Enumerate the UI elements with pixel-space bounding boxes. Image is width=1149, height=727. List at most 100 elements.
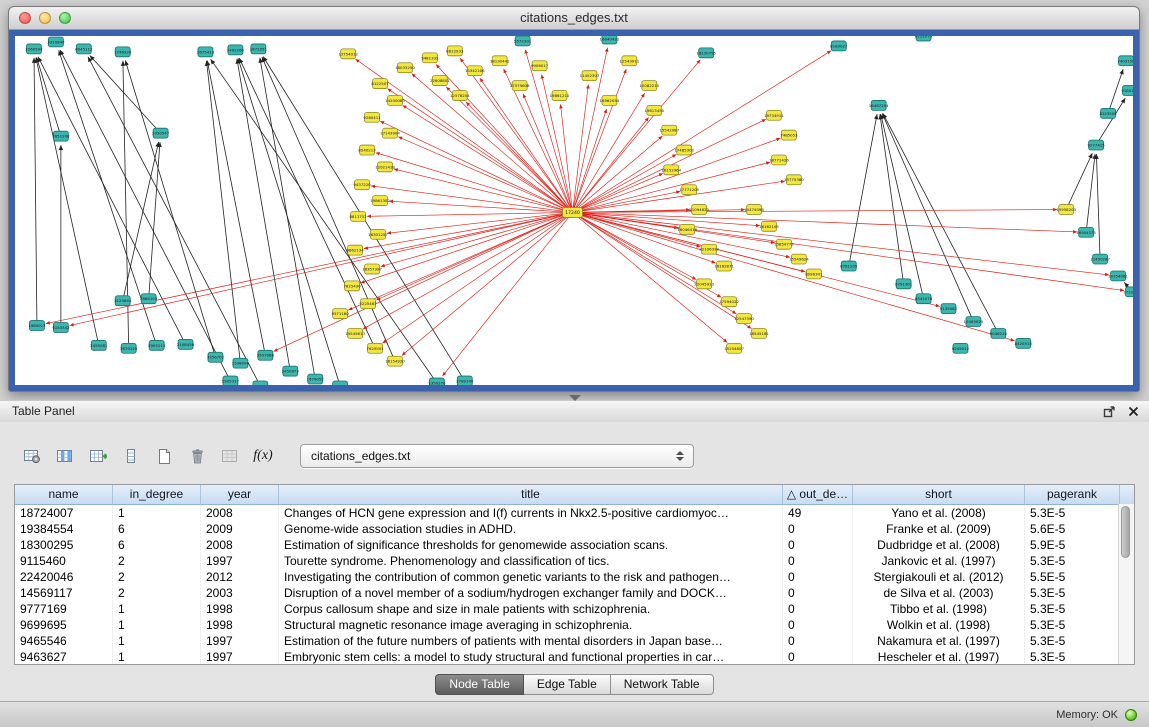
network-edge[interactable]	[123, 142, 159, 301]
network-node[interactable]: 16152964	[661, 165, 681, 175]
network-edge[interactable]	[573, 212, 697, 279]
network-node[interactable]: 17143904	[380, 128, 400, 138]
window-titlebar[interactable]: citations_edges.txt	[9, 7, 1139, 30]
column-header-short[interactable]: short	[853, 485, 1025, 504]
network-node[interactable]: 18130442	[490, 56, 510, 66]
table-row[interactable]: 1830029562008Estimation of significance …	[15, 537, 1134, 553]
new-row-button[interactable]	[152, 445, 176, 467]
network-node[interactable]: 1679052	[307, 374, 325, 384]
network-node[interactable]: 19861302	[370, 196, 390, 206]
network-node[interactable]: 22106330	[699, 244, 719, 254]
network-node[interactable]: 8096341	[805, 269, 823, 279]
network-edge[interactable]	[364, 212, 573, 248]
row-tools-button[interactable]	[119, 445, 143, 467]
network-node[interactable]: 11452307	[580, 71, 600, 81]
minimize-window-button[interactable]	[39, 12, 51, 24]
network-node[interactable]: 14200083	[385, 95, 405, 105]
network-node[interactable]: 10463925	[964, 317, 984, 327]
network-edge[interactable]	[573, 212, 737, 313]
network-edge[interactable]	[883, 113, 999, 333]
network-edge[interactable]	[149, 142, 160, 299]
network-edge[interactable]	[1086, 154, 1095, 232]
column-header-pagerank[interactable]: pagerank	[1025, 485, 1120, 504]
network-node[interactable]: 18771426	[769, 155, 789, 165]
network-node[interactable]: 9160237	[1121, 86, 1133, 96]
table-row[interactable]: 911546021997Tourette syndrome. Phenomeno…	[15, 553, 1134, 569]
network-edge[interactable]	[436, 64, 573, 212]
network-edge[interactable]	[882, 114, 973, 322]
tab-network-table[interactable]: Network Table	[611, 674, 714, 695]
network-node[interactable]: 15542087	[659, 125, 679, 135]
network-node[interactable]: 8812933	[446, 46, 464, 56]
table-row[interactable]: 969969511998Structural magnetic resonanc…	[15, 617, 1134, 633]
close-window-button[interactable]	[19, 12, 31, 24]
network-node[interactable]: 2260504	[25, 44, 43, 54]
network-node[interactable]: 2789140	[456, 376, 474, 385]
network-edge[interactable]	[573, 212, 1078, 231]
table-row[interactable]: 1872400712008Changes of HCN gene express…	[15, 505, 1134, 521]
network-edge[interactable]	[206, 61, 240, 363]
network-node[interactable]: 8811752	[349, 211, 367, 221]
network-node[interactable]: 9245012	[952, 343, 970, 353]
network-edge[interactable]	[1096, 154, 1100, 259]
network-node[interactable]: 18033250	[395, 63, 415, 73]
network-node[interactable]: 10354061	[1108, 271, 1128, 281]
network-node[interactable]: 9571180	[332, 309, 350, 319]
network-node[interactable]: 15549624	[789, 254, 809, 264]
network-node[interactable]: 9150342	[52, 323, 70, 333]
network-edge[interactable]	[573, 191, 681, 212]
table-row[interactable]: 977716911998Corpus callosum shape and si…	[15, 601, 1134, 617]
network-node[interactable]: 19861210	[550, 91, 570, 101]
select-columns-button[interactable]	[53, 445, 77, 467]
network-edge[interactable]	[402, 212, 573, 355]
network-node[interactable]: 8122507	[371, 79, 389, 89]
network-node[interactable]: 12021418	[375, 162, 395, 172]
network-edge[interactable]	[125, 60, 215, 357]
network-node[interactable]: 2905317	[222, 376, 240, 385]
network-node[interactable]: 1985027	[28, 321, 46, 331]
network-node[interactable]: 8123504	[1099, 108, 1117, 118]
network-node[interactable]: 7485053	[780, 130, 798, 140]
network-node[interactable]: 16962054	[600, 95, 620, 105]
column-header-title[interactable]: title	[279, 485, 783, 504]
table-row[interactable]: 1456911722003Disruption of a novel membe…	[15, 585, 1134, 601]
column-header-in_degree[interactable]: in_degree	[113, 485, 201, 504]
network-node[interactable]: 21094623	[689, 205, 709, 215]
network-edge[interactable]	[382, 212, 572, 343]
column-header-out_degree[interactable]: △ out_de…	[783, 485, 853, 504]
network-edge[interactable]	[348, 212, 572, 310]
network-node[interactable]: 19545613	[345, 328, 365, 338]
network-node[interactable]: 1350276	[428, 378, 446, 385]
network-node[interactable]: 16904375	[1076, 227, 1096, 237]
table-selector-dropdown[interactable]: citations_edges.txt	[300, 444, 694, 468]
network-node[interactable]: 15342106	[465, 66, 485, 76]
network-node[interactable]: 22045913	[694, 279, 714, 289]
network-edge[interactable]	[90, 56, 161, 134]
network-node[interactable]: 15958203	[1056, 205, 1076, 215]
network-node[interactable]: 9277415	[1087, 140, 1105, 150]
network-node[interactable]: 2675413	[197, 47, 215, 57]
network-node[interactable]: 17103544	[1123, 287, 1133, 297]
network-node[interactable]: 3507968	[257, 350, 275, 360]
network-node[interactable]: 6791301	[895, 279, 913, 289]
table-settings-button[interactable]	[20, 445, 44, 467]
vertical-scrollbar-thumb[interactable]	[1121, 506, 1130, 558]
network-edge[interactable]	[573, 212, 761, 225]
tab-node-table[interactable]: Node Table	[435, 674, 524, 695]
network-node[interactable]: 7625430	[343, 281, 361, 291]
network-node[interactable]: 9437220	[353, 180, 371, 190]
network-node[interactable]: 10082215	[639, 81, 659, 91]
network-node[interactable]: 2108456	[177, 339, 195, 349]
network-node[interactable]: 2030547	[152, 128, 170, 138]
function-builder-button[interactable]: f(x)	[251, 445, 275, 467]
network-node[interactable]: 8045112	[75, 44, 93, 54]
network-node[interactable]: 8791205	[840, 261, 858, 271]
network-node[interactable]: 9906017	[531, 61, 549, 71]
network-edge[interactable]	[34, 58, 37, 326]
network-node[interactable]: 8541076	[915, 294, 933, 304]
network-node[interactable]: 12578204	[450, 91, 470, 101]
network-node[interactable]: 2651208	[52, 131, 70, 141]
network-node[interactable]: 1872051	[250, 44, 268, 54]
network-edge[interactable]	[70, 212, 573, 325]
tab-edge-table[interactable]: Edge Table	[524, 674, 611, 695]
